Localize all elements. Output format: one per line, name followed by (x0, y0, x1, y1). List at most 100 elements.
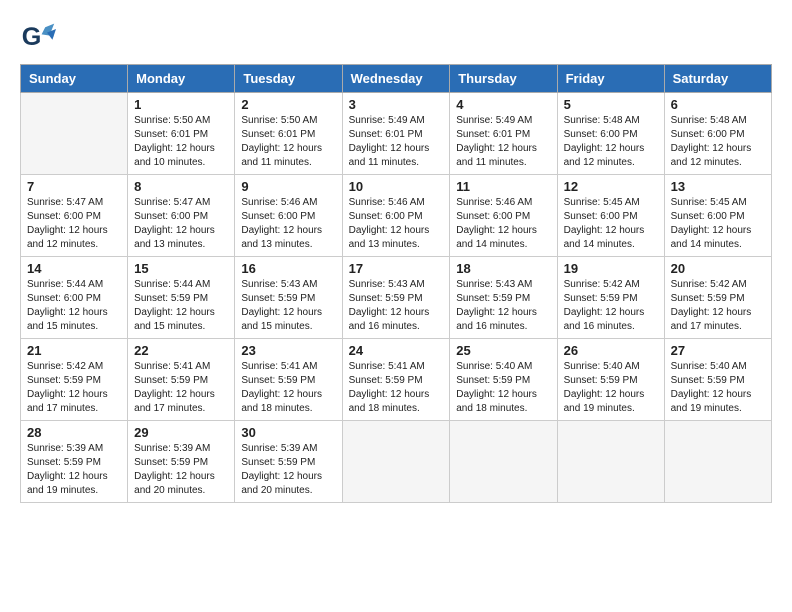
day-info: Sunrise: 5:43 AM Sunset: 5:59 PM Dayligh… (456, 278, 550, 334)
calendar-cell: 24 Sunrise: 5:41 AM Sunset: 5:59 PM Dayli… (342, 339, 450, 421)
day-info: Sunrise: 5:40 AM Sunset: 5:59 PM Dayligh… (564, 360, 658, 416)
weekday-header-sunday: Sunday (21, 65, 128, 93)
day-number: 2 (241, 97, 335, 112)
calendar-week-3: 14 Sunrise: 5:44 AM Sunset: 6:00 PM Dayli… (21, 257, 772, 339)
day-number: 12 (564, 179, 658, 194)
calendar-cell: 14 Sunrise: 5:44 AM Sunset: 6:00 PM Dayli… (21, 257, 128, 339)
day-info: Sunrise: 5:47 AM Sunset: 6:00 PM Dayligh… (27, 196, 121, 252)
calendar-week-1: 1 Sunrise: 5:50 AM Sunset: 6:01 PM Daylig… (21, 93, 772, 175)
day-number: 7 (27, 179, 121, 194)
calendar-cell: 13 Sunrise: 5:45 AM Sunset: 6:00 PM Dayli… (664, 175, 771, 257)
day-number: 30 (241, 425, 335, 440)
day-number: 22 (134, 343, 228, 358)
day-number: 13 (671, 179, 765, 194)
calendar-cell: 4Sunrise: 5:49 AM Sunset: 6:01 PM Daylig… (450, 93, 557, 175)
calendar-cell (664, 421, 771, 503)
calendar-cell: 8 Sunrise: 5:47 AM Sunset: 6:00 PM Daylig… (128, 175, 235, 257)
calendar-cell (557, 421, 664, 503)
day-number: 24 (349, 343, 444, 358)
calendar-cell: 18 Sunrise: 5:43 AM Sunset: 5:59 PM Dayli… (450, 257, 557, 339)
day-info: Sunrise: 5:45 AM Sunset: 6:00 PM Dayligh… (671, 196, 765, 252)
day-number: 20 (671, 261, 765, 276)
day-info: Sunrise: 5:40 AM Sunset: 5:59 PM Dayligh… (456, 360, 550, 416)
calendar-week-4: 21 Sunrise: 5:42 AM Sunset: 5:59 PM Dayli… (21, 339, 772, 421)
day-number: 1 (134, 97, 228, 112)
calendar-week-5: 28 Sunrise: 5:39 AM Sunset: 5:59 PM Dayli… (21, 421, 772, 503)
calendar-cell: 23Sunrise: 5:41 AM Sunset: 5:59 PM Dayli… (235, 339, 342, 421)
calendar-cell: 3 Sunrise: 5:49 AM Sunset: 6:01 PM Daylig… (342, 93, 450, 175)
calendar-cell: 15Sunrise: 5:44 AM Sunset: 5:59 PM Dayli… (128, 257, 235, 339)
calendar-cell: 19 Sunrise: 5:42 AM Sunset: 5:59 PM Dayli… (557, 257, 664, 339)
calendar-cell: 12 Sunrise: 5:45 AM Sunset: 6:00 PM Dayli… (557, 175, 664, 257)
day-info: Sunrise: 5:48 AM Sunset: 6:00 PM Dayligh… (671, 114, 765, 170)
day-info: Sunrise: 5:45 AM Sunset: 6:00 PM Dayligh… (564, 196, 658, 252)
calendar-cell (342, 421, 450, 503)
calendar-cell: 16Sunrise: 5:43 AM Sunset: 5:59 PM Dayli… (235, 257, 342, 339)
weekday-header-wednesday: Wednesday (342, 65, 450, 93)
day-number: 29 (134, 425, 228, 440)
day-number: 15 (134, 261, 228, 276)
day-number: 6 (671, 97, 765, 112)
day-info: Sunrise: 5:40 AM Sunset: 5:59 PM Dayligh… (671, 360, 765, 416)
calendar-cell: 9 Sunrise: 5:46 AM Sunset: 6:00 PM Daylig… (235, 175, 342, 257)
calendar-cell: 1 Sunrise: 5:50 AM Sunset: 6:01 PM Daylig… (128, 93, 235, 175)
calendar-cell: 2Sunrise: 5:50 AM Sunset: 6:01 PM Daylig… (235, 93, 342, 175)
day-number: 26 (564, 343, 658, 358)
calendar-cell: 22 Sunrise: 5:41 AM Sunset: 5:59 PM Dayli… (128, 339, 235, 421)
day-info: Sunrise: 5:47 AM Sunset: 6:00 PM Dayligh… (134, 196, 228, 252)
day-info: Sunrise: 5:39 AM Sunset: 5:59 PM Dayligh… (241, 442, 335, 498)
day-number: 27 (671, 343, 765, 358)
day-number: 17 (349, 261, 444, 276)
day-info: Sunrise: 5:41 AM Sunset: 5:59 PM Dayligh… (241, 360, 335, 416)
day-info: Sunrise: 5:41 AM Sunset: 5:59 PM Dayligh… (134, 360, 228, 416)
day-info: Sunrise: 5:48 AM Sunset: 6:00 PM Dayligh… (564, 114, 658, 170)
day-number: 18 (456, 261, 550, 276)
page-header: G (20, 20, 772, 56)
weekday-header-saturday: Saturday (664, 65, 771, 93)
day-info: Sunrise: 5:49 AM Sunset: 6:01 PM Dayligh… (456, 114, 550, 170)
calendar-cell: 29 Sunrise: 5:39 AM Sunset: 5:59 PM Dayli… (128, 421, 235, 503)
calendar-header-row: SundayMondayTuesdayWednesdayThursdayFrid… (21, 65, 772, 93)
calendar-cell: 21 Sunrise: 5:42 AM Sunset: 5:59 PM Dayli… (21, 339, 128, 421)
weekday-header-thursday: Thursday (450, 65, 557, 93)
calendar-cell: 5 Sunrise: 5:48 AM Sunset: 6:00 PM Daylig… (557, 93, 664, 175)
day-number: 10 (349, 179, 444, 194)
day-number: 8 (134, 179, 228, 194)
day-info: Sunrise: 5:42 AM Sunset: 5:59 PM Dayligh… (671, 278, 765, 334)
day-info: Sunrise: 5:43 AM Sunset: 5:59 PM Dayligh… (349, 278, 444, 334)
day-number: 3 (349, 97, 444, 112)
day-number: 5 (564, 97, 658, 112)
day-info: Sunrise: 5:42 AM Sunset: 5:59 PM Dayligh… (564, 278, 658, 334)
calendar-cell: 26 Sunrise: 5:40 AM Sunset: 5:59 PM Dayli… (557, 339, 664, 421)
day-info: Sunrise: 5:46 AM Sunset: 6:00 PM Dayligh… (241, 196, 335, 252)
day-info: Sunrise: 5:50 AM Sunset: 6:01 PM Dayligh… (134, 114, 228, 170)
day-number: 21 (27, 343, 121, 358)
day-info: Sunrise: 5:46 AM Sunset: 6:00 PM Dayligh… (456, 196, 550, 252)
day-number: 25 (456, 343, 550, 358)
weekday-header-tuesday: Tuesday (235, 65, 342, 93)
calendar-cell: 17 Sunrise: 5:43 AM Sunset: 5:59 PM Dayli… (342, 257, 450, 339)
logo: G (20, 20, 60, 56)
calendar-cell: 7 Sunrise: 5:47 AM Sunset: 6:00 PM Daylig… (21, 175, 128, 257)
calendar-cell: 27 Sunrise: 5:40 AM Sunset: 5:59 PM Dayli… (664, 339, 771, 421)
day-number: 14 (27, 261, 121, 276)
day-info: Sunrise: 5:42 AM Sunset: 5:59 PM Dayligh… (27, 360, 121, 416)
calendar-cell: 11Sunrise: 5:46 AM Sunset: 6:00 PM Dayli… (450, 175, 557, 257)
day-info: Sunrise: 5:49 AM Sunset: 6:01 PM Dayligh… (349, 114, 444, 170)
day-info: Sunrise: 5:39 AM Sunset: 5:59 PM Dayligh… (134, 442, 228, 498)
weekday-header-monday: Monday (128, 65, 235, 93)
calendar-cell: 28 Sunrise: 5:39 AM Sunset: 5:59 PM Dayli… (21, 421, 128, 503)
calendar-cell: 20 Sunrise: 5:42 AM Sunset: 5:59 PM Dayli… (664, 257, 771, 339)
day-number: 16 (241, 261, 335, 276)
day-info: Sunrise: 5:44 AM Sunset: 6:00 PM Dayligh… (27, 278, 121, 334)
logo-icon: G (20, 20, 56, 56)
day-number: 9 (241, 179, 335, 194)
day-info: Sunrise: 5:41 AM Sunset: 5:59 PM Dayligh… (349, 360, 444, 416)
calendar-cell (21, 93, 128, 175)
day-number: 28 (27, 425, 121, 440)
day-info: Sunrise: 5:39 AM Sunset: 5:59 PM Dayligh… (27, 442, 121, 498)
day-info: Sunrise: 5:46 AM Sunset: 6:00 PM Dayligh… (349, 196, 444, 252)
svg-text:G: G (22, 23, 42, 51)
calendar-cell: 30 Sunrise: 5:39 AM Sunset: 5:59 PM Dayli… (235, 421, 342, 503)
day-number: 19 (564, 261, 658, 276)
